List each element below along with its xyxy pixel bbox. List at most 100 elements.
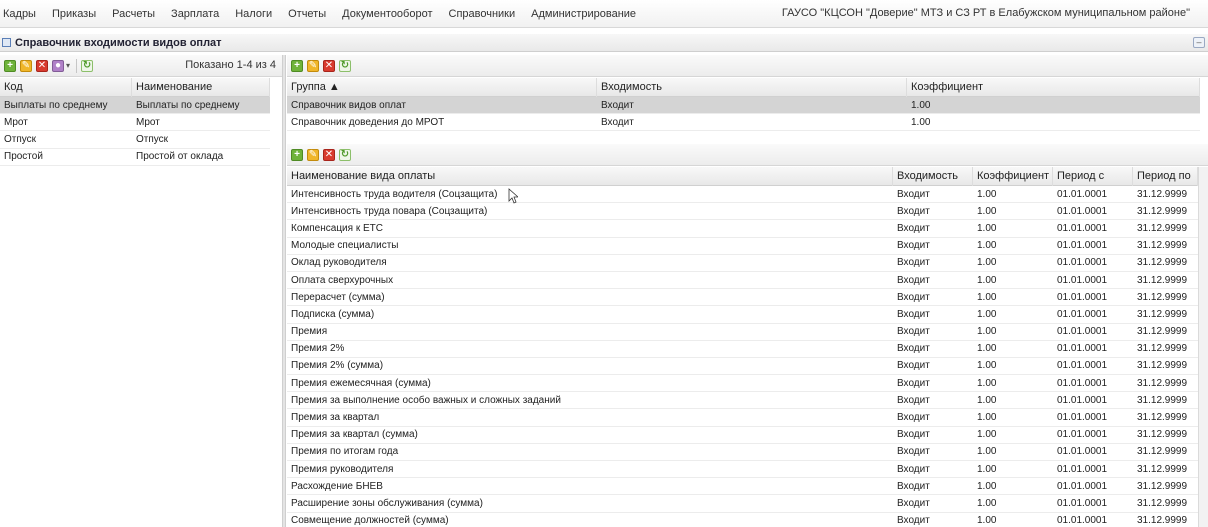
table-row[interactable]: Простой Простой от оклада (0, 148, 270, 166)
minimize-button[interactable]: – (1193, 37, 1205, 48)
table-cell: 1.00 (977, 240, 997, 252)
table-cell: Входит (601, 99, 634, 111)
table-cell: Совмещение должностей (сумма) (291, 515, 449, 527)
table-row[interactable]: Премия 2% Входит 1.00 01.01.0001 31.12.9999 (287, 340, 1198, 358)
table-cell: Расширение зоны обслуживания (сумма) (291, 497, 483, 509)
column-header[interactable]: Коэффициент (973, 166, 1053, 186)
table-cell: 01.01.0001 (1057, 257, 1108, 269)
column-header[interactable]: Наименование (132, 77, 270, 97)
column-header[interactable]: Наименование вида оплаты (287, 166, 893, 186)
table-row[interactable]: Выплаты по среднему Выплаты по среднему (0, 97, 270, 115)
table-cell: Выплаты по среднему (136, 99, 240, 111)
refresh-groups-button[interactable]: ↻ (339, 59, 351, 72)
table-row[interactable]: Отпуск Отпуск (0, 131, 270, 149)
table-cell: Входит (897, 240, 930, 252)
table-row[interactable]: Интенсивность труда повара (Соцзащита) Вх… (287, 203, 1198, 221)
table-cell: Премия по итогам года (291, 446, 399, 458)
table-row[interactable]: Совмещение должностей (сумма) Входит 1.00 0… (287, 512, 1198, 527)
table-cell: 01.01.0001 (1057, 343, 1108, 355)
actions-menu-button[interactable]: ● (52, 59, 64, 72)
delete-button[interactable]: ✕ (36, 59, 48, 72)
menu-item[interactable]: Налоги (235, 8, 272, 20)
table-row[interactable]: Расхождение БНЕВ Входит 1.00 01.01.0001 31.1… (287, 478, 1198, 496)
table-cell: Интенсивность труда водителя (Соцзащита) (291, 188, 498, 200)
menu-item[interactable]: Администрирование (531, 8, 636, 20)
table-cell: 01.01.0001 (1057, 205, 1108, 217)
table-row[interactable]: Справочник видов оплат Входит 1.00 (287, 97, 1200, 115)
table-cell: 31.12.9999 (1137, 188, 1188, 200)
table-row[interactable]: Интенсивность труда водителя (Соцзащита)… (287, 186, 1198, 204)
column-header[interactable]: Коэффициент (907, 77, 1200, 97)
codes-grid-header: Код Наименование (0, 77, 270, 97)
column-header[interactable]: Код (0, 77, 132, 97)
add-group-button[interactable]: + (291, 59, 303, 72)
table-cell: Премия ежемесячная (сумма) (291, 377, 431, 389)
table-row[interactable]: Премия ежемесячная (сумма) Входит 1.00 01.0… (287, 375, 1198, 393)
table-row[interactable]: Премия за выполнение особо важных и слож… (287, 392, 1198, 410)
refresh-button[interactable]: ↻ (81, 59, 94, 72)
table-row[interactable]: Расширение зоны обслуживания (сумма) Вход… (287, 495, 1198, 513)
table-cell: Расхождение БНЕВ (291, 480, 383, 492)
menu-item[interactable]: Справочники (449, 8, 516, 20)
table-cell: Входит (897, 497, 930, 509)
groups-grid: Группа ▲ Входимость Коэффициент Справочник … (287, 77, 1200, 132)
menu-item[interactable]: Кадры (3, 8, 36, 20)
column-header[interactable]: Период по (1133, 166, 1198, 186)
table-row[interactable]: Премия за квартал Входит 1.00 01.01.0001 31.… (287, 409, 1198, 427)
table-row[interactable]: Справочник доведения до МРОТ Входит 1.00 (287, 114, 1200, 132)
edit-payment-button[interactable]: ✎ (307, 148, 319, 161)
table-row[interactable]: Премия Входит 1.00 01.01.0001 31.12.9999 (287, 323, 1198, 341)
column-header[interactable]: Входимость (893, 166, 973, 186)
table-cell: 31.12.9999 (1137, 446, 1188, 458)
payments-grid-header: Наименование вида оплаты Входимость Коэффи… (287, 166, 1198, 186)
table-row[interactable]: Перерасчет (сумма) Входит 1.00 01.01.0001 31… (287, 289, 1198, 307)
table-cell: 01.01.0001 (1057, 188, 1108, 200)
panel-splitter[interactable] (282, 55, 286, 527)
table-row[interactable]: Премия руководителя Входит 1.00 01.01.0001 3… (287, 461, 1198, 479)
table-row[interactable]: Мрот Мрот (0, 114, 270, 132)
organization-name: ГАУСО "КЦСОН "Доверие" МТЗ и СЗ РТ в Ела… (781, 7, 1190, 19)
column-header[interactable]: Входимость (597, 77, 907, 97)
add-button[interactable]: + (4, 59, 16, 72)
table-cell: 31.12.9999 (1137, 377, 1188, 389)
table-cell: 1.00 (977, 463, 997, 475)
groups-toolbar: + ✎ ✕ ↻ (287, 55, 1208, 77)
table-cell: Входит (897, 515, 930, 527)
table-cell: 1.00 (911, 116, 931, 128)
table-cell: Премия (291, 326, 328, 338)
table-cell: 01.01.0001 (1057, 515, 1108, 527)
table-row[interactable]: Молодые специалисты Входит 1.00 01.01.0001 3… (287, 237, 1198, 255)
table-cell: Подписка (сумма) (291, 308, 375, 320)
table-row[interactable]: Оклад руководителя Входит 1.00 01.01.0001 31… (287, 254, 1198, 272)
table-row[interactable]: Премия за квартал (сумма) Входит 1.00 01.01… (287, 426, 1198, 444)
menu-item[interactable]: Отчеты (288, 8, 326, 20)
table-row[interactable]: Премия по итогам года Входит 1.00 01.01.000… (287, 443, 1198, 461)
menu-item[interactable]: Документооборот (342, 8, 432, 20)
codes-grid: Код Наименование Выплаты по среднему Выплат… (0, 77, 270, 166)
delete-group-button[interactable]: ✕ (323, 59, 335, 72)
edit-button[interactable]: ✎ (20, 59, 32, 72)
payments-scrollbar[interactable] (1198, 167, 1208, 527)
table-cell: 1.00 (977, 257, 997, 269)
column-header[interactable]: Группа ▲ (287, 77, 597, 97)
table-cell: Входит (897, 257, 930, 269)
menu-item[interactable]: Приказы (52, 8, 96, 20)
refresh-payments-button[interactable]: ↻ (339, 148, 351, 161)
table-cell: 31.12.9999 (1137, 343, 1188, 355)
table-cell: Отпуск (136, 133, 169, 145)
table-row[interactable]: Оплата сверхурочных Входит 1.00 01.01.0001 3… (287, 271, 1198, 290)
delete-payment-button[interactable]: ✕ (323, 148, 335, 161)
chevron-down-icon[interactable]: ▾ (66, 61, 70, 70)
menu-item[interactable]: Расчеты (112, 8, 155, 20)
add-payment-button[interactable]: + (291, 148, 303, 161)
column-header[interactable]: Период с (1053, 166, 1133, 186)
table-row[interactable]: Премия 2% (сумма) Входит 1.00 01.01.0001 31.… (287, 357, 1198, 376)
table-cell: 1.00 (977, 429, 997, 441)
table-cell: Мрот (136, 116, 160, 128)
menu-item[interactable]: Зарплата (171, 8, 219, 20)
table-row[interactable]: Подписка (сумма) Входит 1.00 01.01.0001 31.1… (287, 306, 1198, 324)
edit-group-button[interactable]: ✎ (307, 59, 319, 72)
table-cell: Интенсивность труда повара (Соцзащита) (291, 205, 488, 217)
table-row[interactable]: Компенсация к ЕТС Входит 1.00 01.01.0001 31.… (287, 220, 1198, 238)
table-cell: 31.12.9999 (1137, 360, 1188, 372)
